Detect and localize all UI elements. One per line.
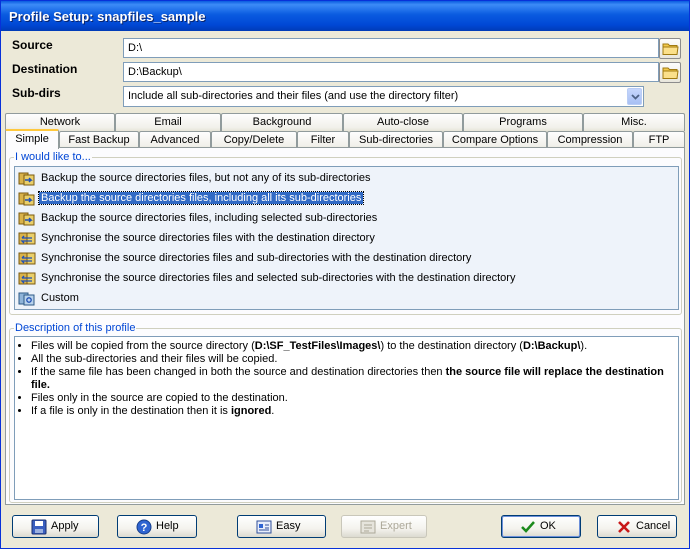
profile-description: Files will be copied from the source dir…	[14, 336, 679, 500]
subdirs-selected-value: Include all sub-directories and their fi…	[128, 90, 459, 102]
description-line: Files will be copied from the source dir…	[31, 340, 674, 353]
window-title: Profile Setup: snapfiles_sample	[9, 9, 206, 24]
sync-files-icon	[18, 252, 36, 265]
list-item[interactable]: Synchronise the source directories files…	[17, 250, 667, 268]
tab-programs[interactable]: Programs	[463, 113, 583, 131]
description-line: Files only in the source are copied to t…	[31, 392, 674, 405]
options-group-legend: I would like to...	[14, 151, 92, 163]
source-label: Source	[12, 38, 53, 52]
destination-browse-button[interactable]	[659, 62, 681, 83]
easy-button-label: Easy	[276, 520, 301, 532]
list-item-label: Synchronise the source directories files…	[41, 252, 472, 264]
help-icon: ?	[136, 519, 152, 535]
folder-icon	[662, 43, 679, 55]
list-item-label: Custom	[41, 292, 79, 304]
tab-background[interactable]: Background	[221, 113, 343, 131]
copy-files-icon	[18, 192, 35, 206]
list-item[interactable]: Backup the source directories files, but…	[17, 170, 667, 188]
folder-icon	[662, 67, 679, 79]
sync-files-icon	[18, 272, 36, 285]
list-item-label: Backup the source directories files, but…	[41, 172, 371, 184]
cross-icon	[618, 521, 630, 533]
floppy-disk-icon	[31, 519, 47, 535]
destination-field[interactable]: D:\Backup\	[123, 62, 659, 82]
copy-files-icon	[18, 172, 35, 186]
checkmark-icon	[521, 521, 535, 533]
backup-options-list[interactable]: Backup the source directories files, but…	[14, 166, 679, 310]
simple-tab-panel: I would like to... Backup the source dir…	[5, 147, 685, 505]
tab-simple[interactable]: Simple	[5, 129, 59, 149]
svg-text:?: ?	[141, 522, 148, 534]
subdirs-label: Sub-dirs	[12, 86, 61, 100]
ok-button-label: OK	[540, 520, 556, 532]
custom-profile-icon	[18, 292, 35, 306]
subdirs-select[interactable]: Include all sub-directories and their fi…	[123, 86, 644, 107]
apply-button-label: Apply	[51, 520, 79, 532]
list-item[interactable]: Synchronise the source directories files…	[17, 230, 667, 248]
cancel-button-label: Cancel	[636, 520, 671, 532]
list-item[interactable]: Synchronise the source directories files…	[17, 270, 667, 288]
tab-row-top: Network Email Background Auto-close Prog…	[5, 113, 685, 131]
description-group-legend: Description of this profile	[14, 322, 137, 334]
apply-button[interactable]: Apply	[12, 515, 99, 538]
tab-email[interactable]: Email	[115, 113, 221, 131]
destination-label: Destination	[12, 62, 78, 76]
help-button-label: Help	[156, 520, 179, 532]
list-item[interactable]: Custom	[17, 290, 667, 308]
help-button[interactable]: ? Help	[117, 515, 197, 538]
description-line: All the sub-directories and their files …	[31, 353, 674, 366]
source-browse-button[interactable]	[659, 38, 681, 59]
cancel-button[interactable]: Cancel	[597, 515, 677, 538]
chevron-down-icon	[631, 94, 640, 100]
description-line: If the same file has been changed in bot…	[31, 366, 674, 392]
expert-button[interactable]: Expert	[341, 515, 427, 538]
copy-files-icon	[18, 212, 35, 226]
list-item-label: Synchronise the source directories files…	[41, 232, 375, 244]
title-bar: Profile Setup: snapfiles_sample	[1, 1, 689, 31]
list-item-label: Backup the source directories files, inc…	[37, 191, 365, 205]
ok-button[interactable]: OK	[501, 515, 581, 538]
list-item-selected[interactable]: Backup the source directories files, inc…	[17, 190, 667, 208]
expert-icon	[360, 520, 376, 534]
sync-files-icon	[18, 232, 36, 245]
list-item-label: Backup the source directories files, inc…	[41, 212, 378, 224]
wizard-icon	[256, 520, 272, 534]
easy-button[interactable]: Easy	[237, 515, 326, 538]
list-item[interactable]: Backup the source directories files, inc…	[17, 210, 667, 228]
list-item-label: Synchronise the source directories files…	[41, 272, 516, 284]
description-line: If a file is only in the destination the…	[31, 405, 674, 418]
subdirs-dropdown-button[interactable]	[627, 88, 642, 105]
expert-button-label: Expert	[380, 520, 412, 532]
tab-auto-close[interactable]: Auto-close	[343, 113, 463, 131]
tab-misc[interactable]: Misc.	[583, 113, 685, 131]
source-field[interactable]: D:\	[123, 38, 659, 58]
profile-setup-window: Profile Setup: snapfiles_sample Source D…	[0, 0, 690, 549]
